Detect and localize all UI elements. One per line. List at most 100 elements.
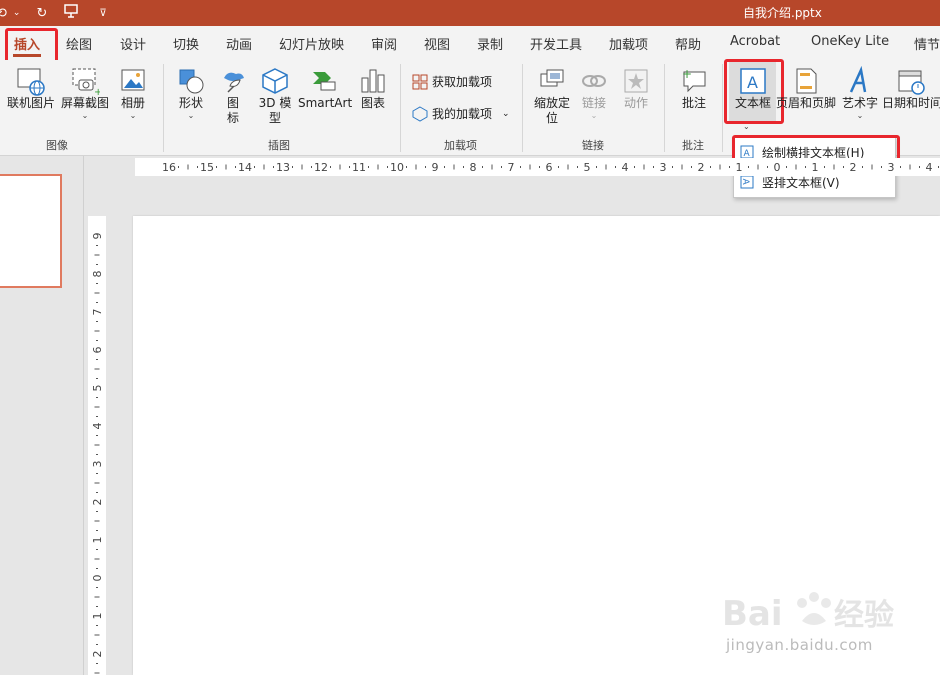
ruler-label: 1 (812, 161, 819, 174)
svg-text:Bai: Bai (722, 594, 783, 634)
shapes-button[interactable]: 形状 ⌄ (172, 66, 210, 120)
present-icon[interactable] (63, 3, 79, 23)
undo-icon[interactable]: ⟲ (0, 6, 7, 21)
tab-help[interactable]: 帮助 (675, 34, 701, 53)
smartart-icon (313, 72, 336, 91)
horizontal-ruler: 16 15 14 13 12 11 10 9 8 7 6 5 4 3 2 1 0 1 2 3 4 (135, 158, 940, 176)
ruler-label: 14 (238, 161, 252, 174)
online-pictures-icon (17, 68, 45, 96)
tab-developer[interactable]: 开发工具 (530, 34, 582, 53)
smartart-button[interactable]: SmartArt (298, 66, 352, 111)
ruler-label: 11 (352, 161, 366, 174)
header-footer-button[interactable]: 页眉和页脚 (776, 66, 836, 111)
tab-record[interactable]: 录制 (477, 34, 503, 53)
redo-icon[interactable]: ↻ (36, 6, 47, 21)
document-title: 自我介绍.pptx (743, 6, 822, 20)
ribbon-tabs: 插入 绘图 设计 切换 动画 幻灯片放映 审阅 视图 录制 开发工具 加载项 帮… (0, 26, 940, 60)
zoom-icon (540, 69, 564, 87)
slide-thumbnail[interactable] (0, 174, 62, 288)
ruler-label: 7 (508, 161, 515, 174)
chart-icon (361, 69, 385, 93)
ruler-label: 15 (200, 161, 214, 174)
zoom-button[interactable]: 缩放定位 (530, 66, 574, 126)
tab-storyboard[interactable]: 情节 (914, 34, 940, 53)
tab-insert[interactable]: 插入 (14, 34, 40, 53)
tab-acrobat[interactable]: Acrobat (730, 34, 780, 49)
new-comment-button[interactable]: + 批注 (674, 66, 714, 111)
textbox-dropdown-arrow[interactable]: ⌄ (743, 122, 750, 131)
group-label-links: 链接 (582, 139, 604, 152)
quick-access-toolbar: ⟲ ⌄ ↻ ⊽ (0, 3, 107, 23)
comment-icon: + (682, 67, 706, 93)
vertical-textbox-icon: A (740, 175, 754, 189)
ruler-label: 2 (91, 499, 104, 506)
watermark-url: jingyan.baidu.com (726, 636, 873, 654)
active-tab-indicator (13, 54, 41, 57)
ruler-label: 10 (390, 161, 404, 174)
group-label-comments: 批注 (682, 139, 704, 152)
ruler-label: 8 (470, 161, 477, 174)
ruler-label: 9 (432, 161, 439, 174)
ruler-label: 13 (276, 161, 290, 174)
action-button[interactable]: 动作 (618, 66, 654, 111)
svg-text:+: + (682, 67, 692, 81)
date-time-button[interactable]: 日期和时间 (882, 66, 940, 111)
ruler-label: 9 (91, 233, 104, 240)
tab-addins[interactable]: 加载项 (609, 34, 648, 53)
ruler-label: 2 (91, 651, 104, 658)
group-label-images: 图像 (46, 139, 68, 152)
title-bar: ⟲ ⌄ ↻ ⊽ 自我介绍.pptx (0, 0, 940, 26)
shapes-icon (179, 69, 204, 94)
get-addins-button[interactable]: 获取加载项 (412, 73, 492, 90)
ruler-label: 12 (314, 161, 328, 174)
ruler-label: 7 (91, 309, 104, 316)
svg-text:A: A (747, 73, 758, 92)
tab-animations[interactable]: 动画 (226, 34, 252, 53)
ruler-label: 3 (91, 461, 104, 468)
calendar-icon (898, 70, 925, 95)
horizontal-textbox-icon: A (740, 145, 754, 159)
photo-album-icon (121, 69, 145, 91)
cube-icon (262, 68, 288, 94)
svg-text:经验: 经验 (834, 598, 894, 633)
tab-onekey-lite[interactable]: OneKey Lite (811, 34, 889, 49)
tab-review[interactable]: 审阅 (371, 34, 397, 53)
3d-models-button[interactable]: 3D 模型 (255, 66, 295, 126)
tab-transitions[interactable]: 切换 (173, 34, 199, 53)
link-button[interactable]: 链接 ⌄ (576, 66, 612, 120)
group-label-illustrations: 插图 (268, 139, 290, 152)
ruler-label: 16 (162, 161, 176, 174)
tab-draw[interactable]: 绘图 (66, 34, 92, 53)
undo-dropdown-icon[interactable]: ⌄ (13, 8, 21, 18)
group-separator (664, 64, 665, 152)
tab-design[interactable]: 设计 (120, 34, 146, 53)
online-pictures-button[interactable]: 联机图片 (6, 66, 56, 111)
chart-button[interactable]: 图表 (356, 66, 390, 111)
ruler-label: 0 (91, 575, 104, 582)
star-icon (624, 69, 648, 93)
icons-button[interactable]: 图标 (216, 66, 250, 126)
group-separator (163, 64, 164, 152)
photo-album-button[interactable]: 相册 ⌄ (113, 66, 153, 120)
ruler-label: 4 (926, 161, 933, 174)
customize-qat-icon[interactable]: ⊽ (99, 8, 106, 19)
wordart-icon (849, 66, 867, 93)
screenshot-button[interactable]: + 屏幕截图 ⌄ (60, 66, 110, 120)
tab-view[interactable]: 视图 (424, 34, 450, 53)
ruler-label: 1 (91, 613, 104, 620)
tab-slideshow[interactable]: 幻灯片放映 (279, 34, 344, 53)
icons-icon (224, 72, 244, 93)
wordart-button[interactable]: 艺术字 ⌄ (840, 66, 880, 120)
link-icon (582, 75, 606, 87)
group-separator (522, 64, 523, 152)
svg-text:+: + (94, 87, 100, 96)
ruler-label: 6 (546, 161, 553, 174)
textbox-button[interactable]: A 文本框 (731, 66, 775, 111)
ruler-label: 3 (660, 161, 667, 174)
my-addins-button[interactable]: 我的加载项 ⌄ (412, 105, 510, 122)
group-label-addins: 加载项 (444, 139, 477, 152)
group-separator (400, 64, 401, 152)
textbox-icon: A (740, 68, 766, 94)
ruler-label: 0 (774, 161, 781, 174)
ruler-label: 1 (91, 537, 104, 544)
